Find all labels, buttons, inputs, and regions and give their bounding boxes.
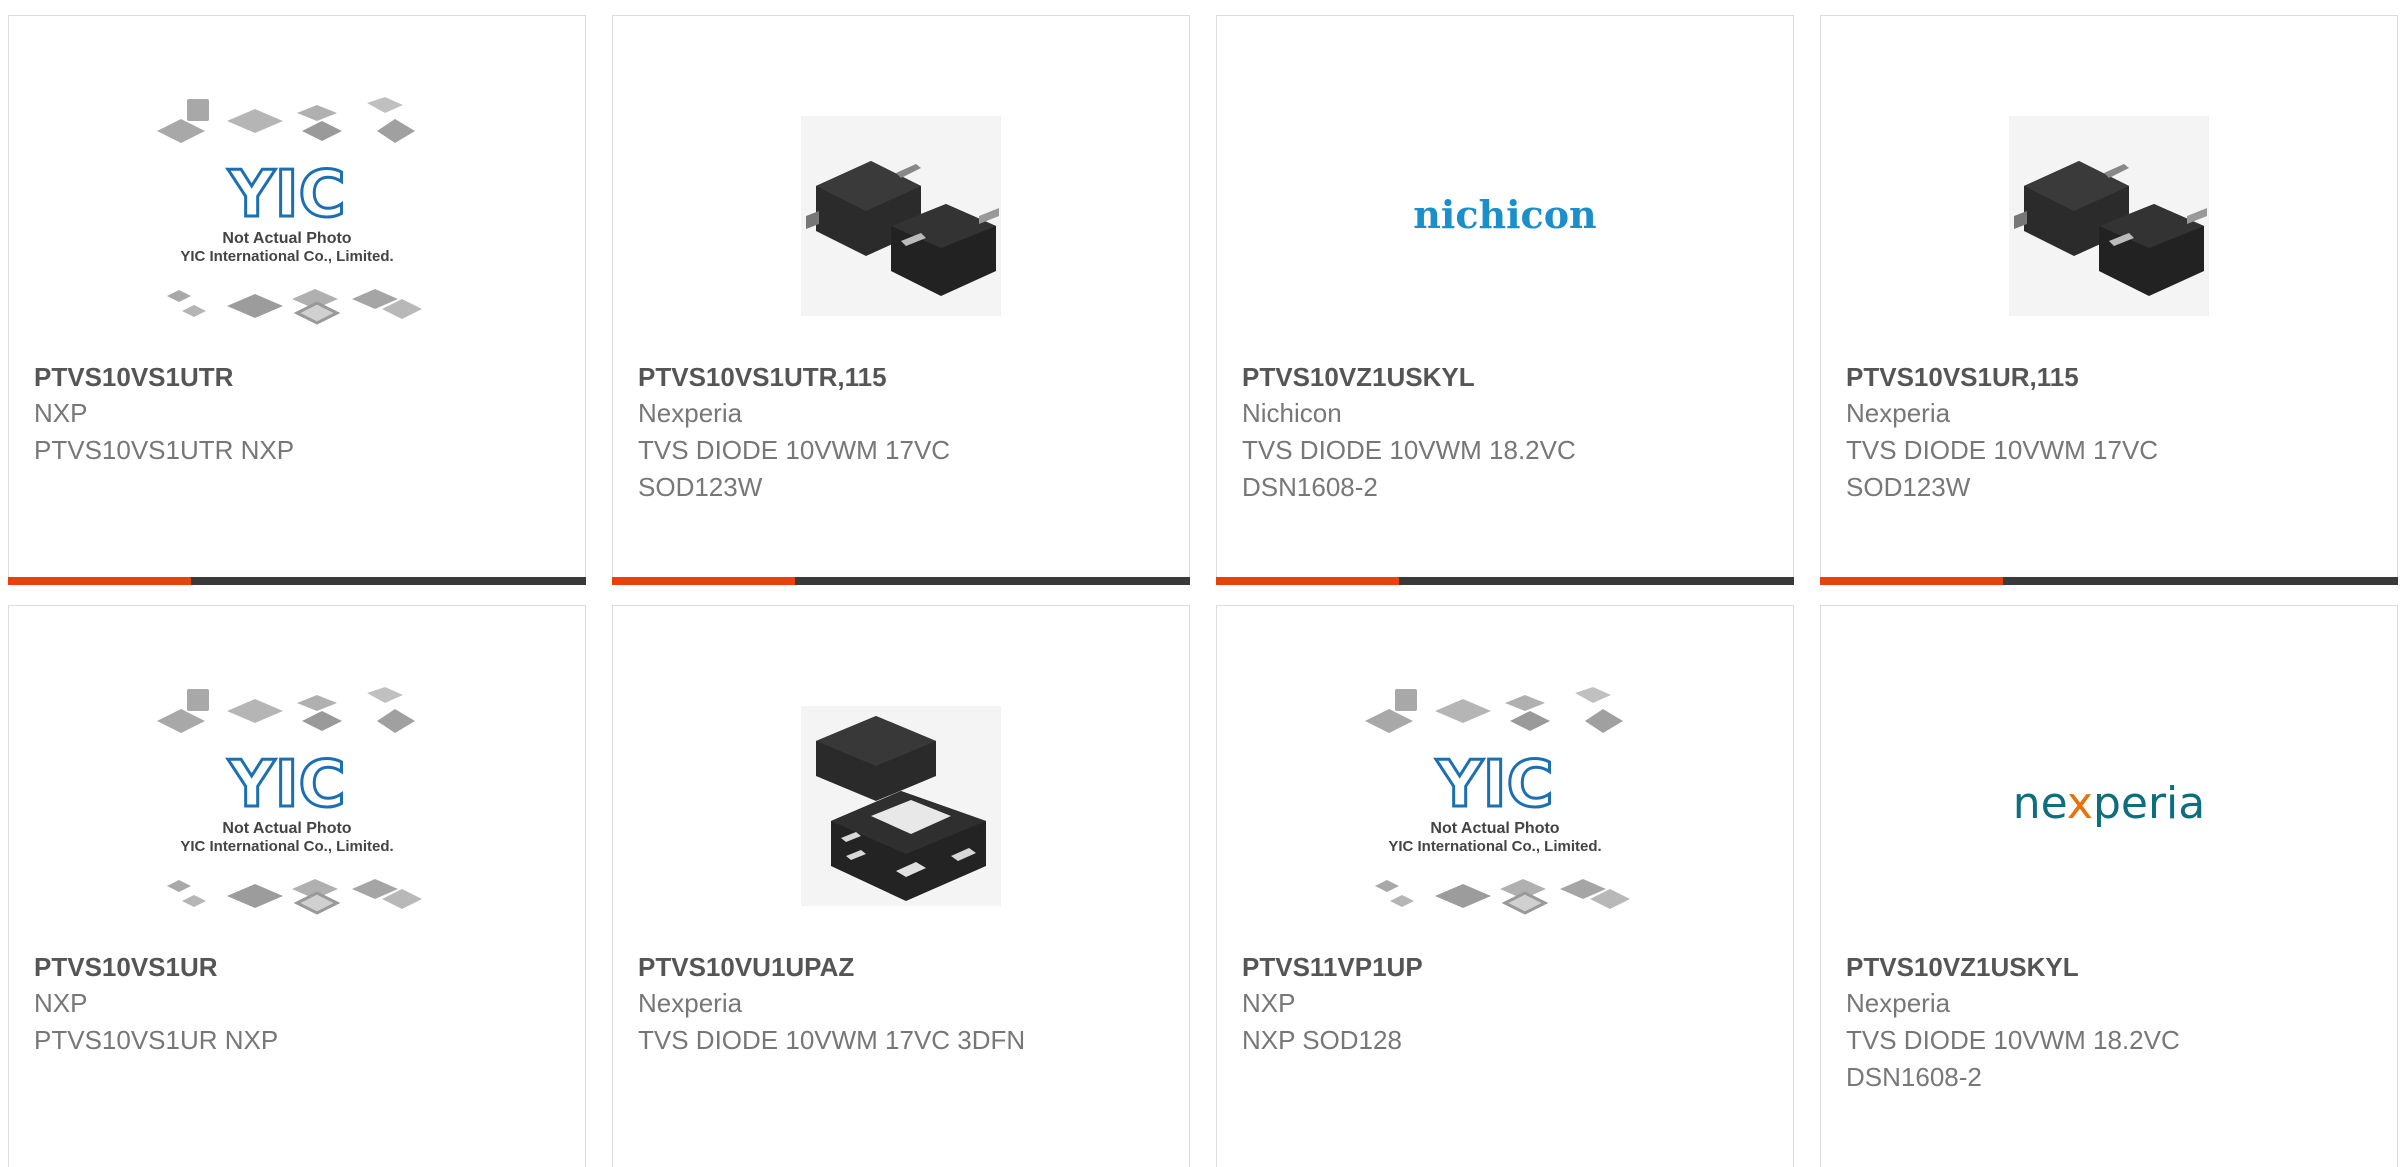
product-image[interactable]: YIC Not Actual Photo YIC International C…: [9, 656, 585, 956]
product-image[interactable]: [1821, 66, 2397, 366]
description-line: DSN1608-2: [1242, 472, 1378, 502]
part-number[interactable]: PTVS10VS1UTR: [34, 359, 565, 395]
nexperia-logo-x: x: [2067, 778, 2093, 829]
product-info: PTVS10VS1UTR NXP PTVS10VS1UTR NXP: [34, 359, 565, 469]
product-info: PTVS11VP1UP NXP NXP SOD128: [1242, 949, 1773, 1059]
description-line: PTVS10VS1UTR NXP: [34, 435, 295, 465]
product-image[interactable]: [613, 656, 1189, 956]
product-info: PTVS10VS1UR NXP PTVS10VS1UR NXP: [34, 949, 565, 1059]
description-line: TVS DIODE 10VWM 18.2VC: [1846, 1025, 2180, 1055]
card-accent: [612, 577, 795, 585]
description-line: TVS DIODE 10VWM 18.2VC: [1242, 435, 1576, 465]
yic-placeholder-icon: YIC Not Actual Photo YIC International C…: [157, 97, 422, 325]
description-line: SOD123W: [1846, 472, 1971, 502]
part-number[interactable]: PTVS11VP1UP: [1242, 949, 1773, 985]
placeholder-line1: Not Actual Photo: [222, 820, 351, 837]
part-number[interactable]: PTVS10VS1UTR,115: [638, 359, 1169, 395]
product-card[interactable]: YIC Not Actual Photo YIC International C…: [8, 15, 586, 585]
part-number[interactable]: PTVS10VS1UR: [34, 949, 565, 985]
product-image[interactable]: YIC Not Actual Photo YIC International C…: [1217, 656, 1793, 956]
part-number[interactable]: PTVS10VZ1USKYL: [1846, 949, 2377, 985]
manufacturer: NXP: [34, 988, 88, 1018]
manufacturer: NXP: [34, 398, 88, 428]
sod123w-package-icon: [801, 116, 1001, 316]
card-accent: [8, 577, 191, 585]
product-info: PTVS10VS1UTR,115 Nexperia TVS DIODE 10VW…: [638, 359, 1169, 506]
product-info: PTVS10VZ1USKYL Nexperia TVS DIODE 10VWM …: [1846, 949, 2377, 1096]
placeholder-line1: Not Actual Photo: [1430, 820, 1559, 837]
description-line: PTVS10VS1UR NXP: [34, 1025, 279, 1055]
part-number[interactable]: PTVS10VS1UR,115: [1846, 359, 2377, 395]
product-card[interactable]: YIC Not Actual Photo YIC International C…: [1216, 605, 1794, 1167]
sod123w-package-icon: [2009, 116, 2209, 316]
manufacturer: Nexperia: [1846, 398, 1951, 428]
product-grid: YIC Not Actual Photo YIC International C…: [0, 0, 2400, 1167]
placeholder-line2: YIC International Co., Limited.: [180, 838, 393, 855]
yic-placeholder-icon: YIC Not Actual Photo YIC International C…: [157, 687, 422, 915]
card-bottom-bar: [1216, 577, 1794, 585]
product-card[interactable]: YIC Not Actual Photo YIC International C…: [8, 605, 586, 1167]
product-info: PTVS10VU1UPAZ Nexperia TVS DIODE 10VWM 1…: [638, 949, 1169, 1059]
card-bottom-bar: [1820, 577, 2398, 585]
description-line: DSN1608-2: [1846, 1062, 1982, 1092]
card-bottom-bar: [8, 577, 586, 585]
description-line: TVS DIODE 10VWM 17VC: [1846, 435, 2159, 465]
description-line: SOD123W: [638, 472, 763, 502]
nexperia-logo-icon: nexperia: [2013, 778, 2206, 829]
nichicon-logo-icon: nichicon: [1413, 192, 1596, 237]
svg-text:nexperia: nexperia: [2013, 778, 2206, 829]
card-accent: [1820, 577, 2003, 585]
dfn-package-icon: [801, 706, 1001, 906]
product-card[interactable]: nichicon PTVS10VZ1USKYL Nichicon TVS DIO…: [1216, 15, 1794, 585]
product-image[interactable]: nichicon: [1217, 66, 1793, 366]
product-card[interactable]: PTVS10VU1UPAZ Nexperia TVS DIODE 10VWM 1…: [612, 605, 1190, 1167]
manufacturer: Nexperia: [638, 398, 743, 428]
nexperia-logo-part1: ne: [2013, 778, 2067, 829]
yic-placeholder-icon: YIC Not Actual Photo YIC International C…: [1365, 687, 1630, 915]
description-line: TVS DIODE 10VWM 17VC: [638, 435, 951, 465]
manufacturer: Nexperia: [638, 988, 743, 1018]
card-accent: [1216, 577, 1399, 585]
nichicon-logo-text: nichicon: [1413, 192, 1596, 237]
manufacturer: Nichicon: [1242, 398, 1342, 428]
manufacturer: NXP: [1242, 988, 1296, 1018]
placeholder-line1: Not Actual Photo: [222, 230, 351, 247]
product-card[interactable]: PTVS10VS1UR,115 Nexperia TVS DIODE 10VWM…: [1820, 15, 2398, 585]
yic-brand: YIC: [1435, 748, 1553, 822]
product-info: PTVS10VS1UR,115 Nexperia TVS DIODE 10VWM…: [1846, 359, 2377, 506]
manufacturer: Nexperia: [1846, 988, 1951, 1018]
card-bottom-bar: [612, 577, 1190, 585]
product-info: PTVS10VZ1USKYL Nichicon TVS DIODE 10VWM …: [1242, 359, 1773, 506]
yic-brand: YIC: [227, 158, 345, 232]
product-card[interactable]: nexperia PTVS10VZ1USKYL Nexperia TVS DIO…: [1820, 605, 2398, 1167]
part-number[interactable]: PTVS10VU1UPAZ: [638, 949, 1169, 985]
part-number[interactable]: PTVS10VZ1USKYL: [1242, 359, 1773, 395]
description-line: TVS DIODE 10VWM 17VC 3DFN: [638, 1025, 1026, 1055]
product-image[interactable]: [613, 66, 1189, 366]
product-image[interactable]: nexperia: [1821, 656, 2397, 956]
yic-brand: YIC: [227, 748, 345, 822]
product-image[interactable]: YIC Not Actual Photo YIC International C…: [9, 66, 585, 366]
placeholder-line2: YIC International Co., Limited.: [180, 248, 393, 265]
product-card[interactable]: PTVS10VS1UTR,115 Nexperia TVS DIODE 10VW…: [612, 15, 1190, 585]
description-line: NXP SOD128: [1242, 1025, 1402, 1055]
nexperia-logo-part2: peria: [2093, 778, 2205, 829]
placeholder-line2: YIC International Co., Limited.: [1388, 838, 1601, 855]
